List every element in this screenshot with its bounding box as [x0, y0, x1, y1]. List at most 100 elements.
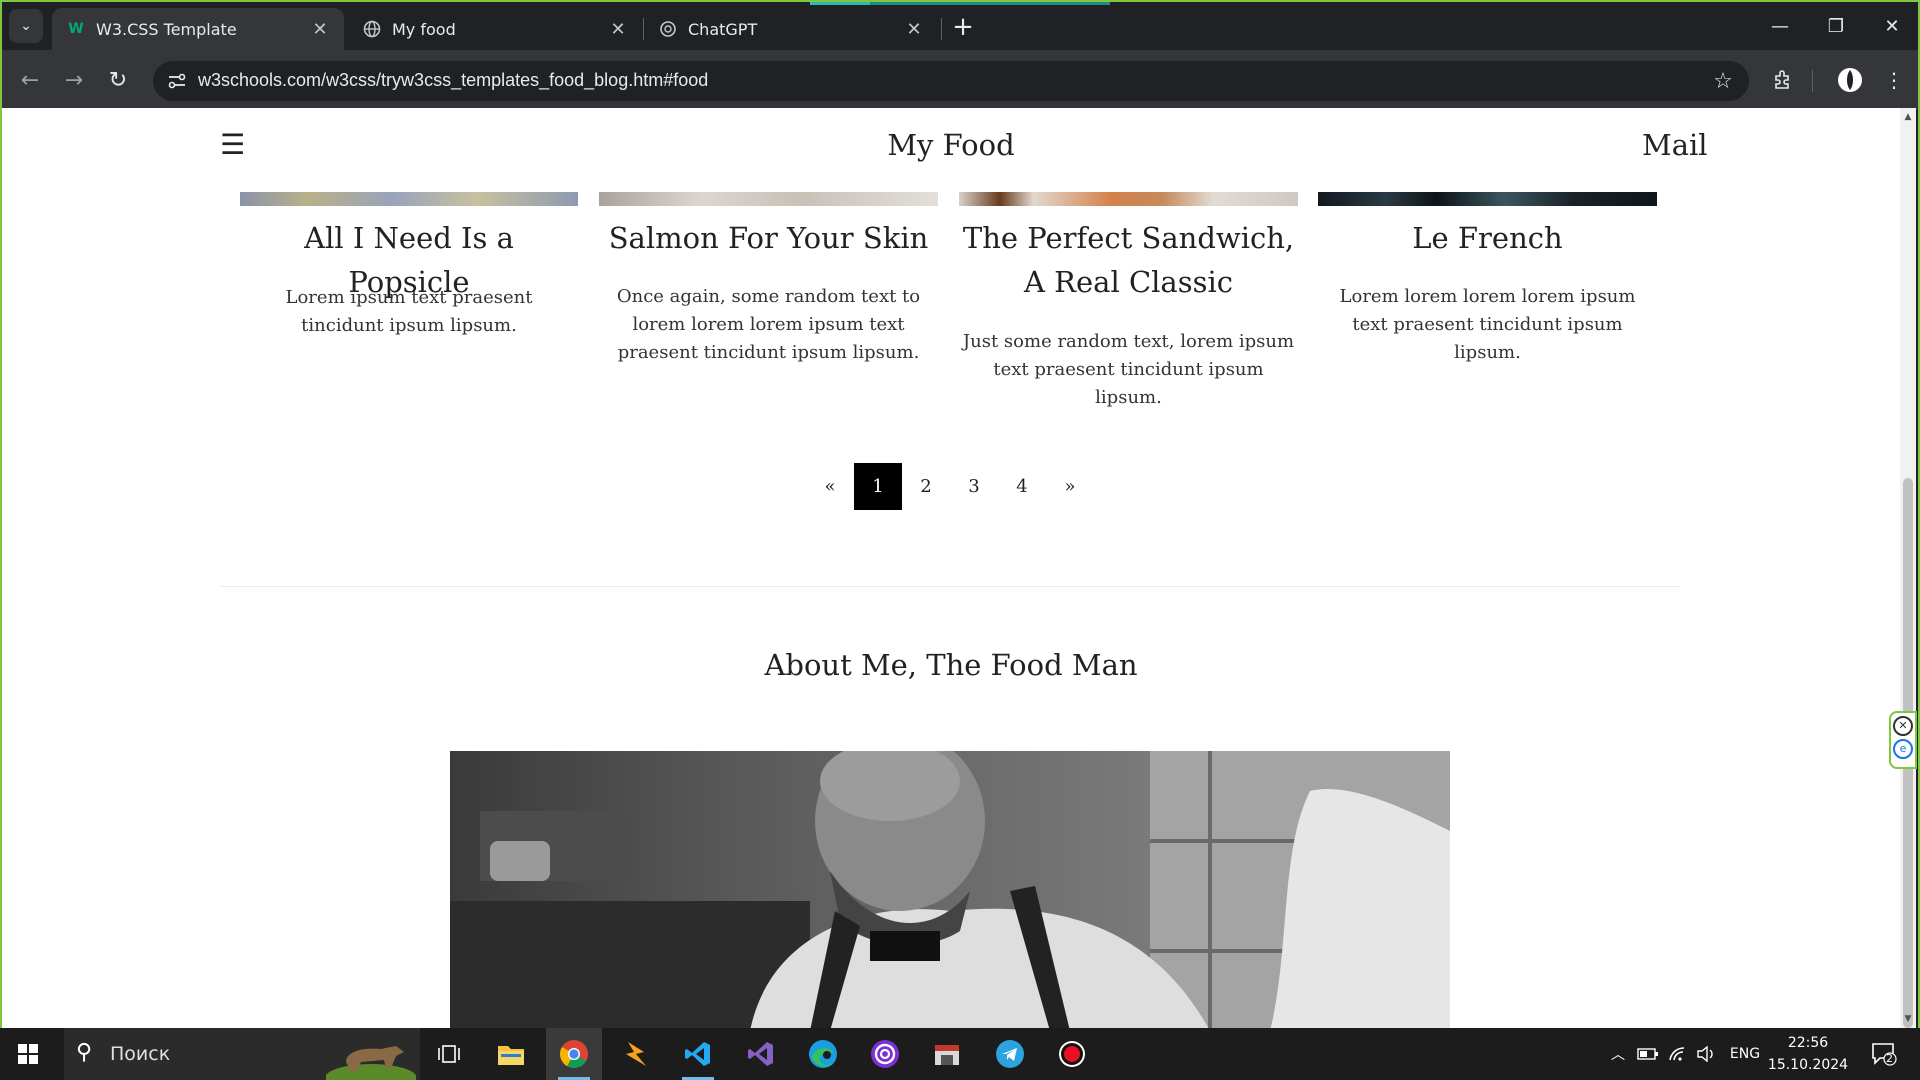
about-heading: About Me, The Food Man	[764, 648, 1138, 682]
taskbar-chrome[interactable]	[546, 1028, 602, 1080]
page-viewport: ☰ My Food Mail All I Need Is a Popsicle …	[2, 108, 1900, 1028]
arrow-right-icon: →	[64, 67, 84, 93]
wifi-icon[interactable]	[1664, 1028, 1692, 1080]
start-button[interactable]	[0, 1028, 56, 1080]
taskbar-file-explorer[interactable]	[483, 1028, 539, 1080]
pagination-page-3[interactable]: 3	[950, 463, 998, 510]
notification-icon	[1872, 1043, 1897, 1066]
top-navbar: ☰ My Food Mail	[2, 108, 1900, 188]
w3schools-icon: W	[68, 21, 84, 37]
scroll-down-arrow[interactable]: ▼	[1903, 1014, 1913, 1024]
taskbar-app-fire[interactable]	[608, 1028, 664, 1080]
reload-button[interactable]: ↻	[100, 62, 136, 98]
bookmark-star-icon[interactable]: ☆	[1709, 67, 1737, 95]
close-tab-icon[interactable]: ✕	[606, 17, 630, 41]
card-image-le-french	[1318, 192, 1657, 206]
restore-icon: ❐	[1827, 15, 1845, 37]
taskbar-app-purple[interactable]	[857, 1028, 913, 1080]
forward-button[interactable]: →	[56, 62, 92, 98]
toolbar-separator	[1812, 70, 1813, 92]
card-text: Lorem ipsum text praesent tincidunt ipsu…	[285, 287, 533, 336]
card-image-salmon	[599, 192, 938, 206]
card-title: Le French	[1412, 221, 1563, 255]
task-view-icon	[438, 1045, 460, 1063]
store-icon	[935, 1045, 959, 1065]
chrome-icon	[560, 1040, 588, 1068]
volume-icon[interactable]	[1692, 1028, 1720, 1080]
pagination-prev[interactable]: «	[806, 463, 854, 510]
globe-icon	[362, 19, 382, 39]
browser-toolbar: ← → ↻ w3schools.com/w3css/tryw3css_templ…	[2, 50, 1918, 110]
pagination-page-1[interactable]: 1	[854, 463, 902, 510]
minimize-icon: —	[1771, 15, 1789, 37]
edge-extension-icon[interactable]: e	[1893, 739, 1913, 759]
tab-strip: ⌄ W W3.CSS Template ✕ My food ✕ ChatGPT …	[2, 2, 1918, 50]
battery-icon[interactable]	[1634, 1028, 1662, 1080]
folder-icon	[498, 1046, 524, 1065]
card-image-sandwich	[959, 192, 1298, 206]
section-divider	[220, 586, 1680, 587]
record-icon	[1059, 1041, 1085, 1067]
tab-title: ChatGPT	[688, 19, 758, 39]
taskbar-edge[interactable]	[795, 1028, 851, 1080]
profile-avatar[interactable]	[1832, 62, 1868, 98]
taskbar-recorder[interactable]	[1044, 1028, 1100, 1080]
openai-icon	[658, 19, 678, 39]
tab-chatgpt[interactable]: ChatGPT ✕	[644, 8, 938, 50]
extensions-icon[interactable]	[1765, 62, 1801, 98]
pagination-next[interactable]: »	[1046, 463, 1094, 510]
tab-search-button[interactable]: ⌄	[9, 9, 43, 43]
tab-my-food[interactable]: My food ✕	[348, 8, 642, 50]
search-icon: ⚲	[76, 1040, 93, 1065]
task-view-button[interactable]	[421, 1028, 477, 1080]
tab-title: My food	[392, 19, 456, 39]
visual-studio-icon	[748, 1042, 773, 1066]
minimize-button[interactable]: —	[1752, 2, 1808, 50]
taskbar-app-store[interactable]	[919, 1028, 975, 1080]
tab-strip-highlight	[810, 2, 1110, 5]
site-info-icon[interactable]	[163, 67, 191, 95]
url-text[interactable]: w3schools.com/w3css/tryw3css_templates_f…	[198, 70, 708, 91]
windows-taskbar: ⚲ Поиск ︿ ENG 22:56 15.10.2024 2	[0, 1028, 1920, 1080]
tab-w3css-template[interactable]: W W3.CSS Template ✕	[52, 8, 344, 50]
taskbar-vscode[interactable]	[670, 1028, 726, 1080]
back-button[interactable]: ←	[12, 62, 48, 98]
close-tab-icon[interactable]: ✕	[308, 17, 332, 41]
pagination-page-4[interactable]: 4	[998, 463, 1046, 510]
tray-overflow-button[interactable]: ︿	[1604, 1028, 1632, 1080]
card-image-popsicle	[240, 192, 578, 206]
clock-date: 15.10.2024	[1767, 1057, 1849, 1073]
close-window-button[interactable]: ✕	[1864, 2, 1920, 50]
lightning-app-icon	[626, 1042, 646, 1066]
page-scrollbar[interactable]: ▲ ▼	[1900, 108, 1916, 1028]
vscode-icon	[685, 1042, 710, 1066]
windows-logo-icon	[18, 1044, 38, 1064]
browser-menu-button[interactable]: ⋮	[1876, 62, 1912, 98]
close-circle-icon[interactable]: ✕	[1893, 716, 1913, 736]
taskbar-clock[interactable]: 22:56 15.10.2024	[1760, 1032, 1856, 1076]
card-text: Just some random text, lorem ipsum text …	[962, 331, 1295, 408]
scroll-up-arrow[interactable]: ▲	[1903, 112, 1913, 122]
restore-button[interactable]: ❐	[1808, 2, 1864, 50]
chef-photo	[450, 751, 1450, 1028]
clock-time: 22:56	[1787, 1035, 1829, 1051]
address-bar[interactable]: w3schools.com/w3css/tryw3css_templates_f…	[153, 61, 1749, 101]
site-brand: My Food	[887, 128, 1015, 162]
arrow-left-icon: ←	[20, 67, 40, 93]
new-tab-button[interactable]: +	[948, 12, 978, 42]
close-tab-icon[interactable]: ✕	[902, 17, 926, 41]
card-title: The Perfect Sandwich, A Real Classic	[962, 221, 1295, 299]
edge-icon	[809, 1040, 837, 1068]
card-text: Lorem lorem lorem lorem ipsum text praes…	[1339, 286, 1636, 363]
chevron-up-icon: ︿	[1611, 1047, 1625, 1063]
pagination: « 1 2 3 4 »	[806, 463, 1094, 510]
taskbar-telegram[interactable]	[982, 1028, 1038, 1080]
extension-side-widget[interactable]: ✕ e	[1889, 711, 1917, 769]
notification-center-button[interactable]: 2	[1864, 1028, 1904, 1080]
tab-title: W3.CSS Template	[96, 19, 237, 39]
taskbar-visual-studio[interactable]	[733, 1028, 789, 1080]
pagination-page-2[interactable]: 2	[902, 463, 950, 510]
mail-link[interactable]: Mail	[1642, 128, 1708, 162]
taskbar-search[interactable]: ⚲ Поиск	[64, 1028, 420, 1080]
card-text: Once again, some random text to lorem lo…	[616, 286, 921, 363]
